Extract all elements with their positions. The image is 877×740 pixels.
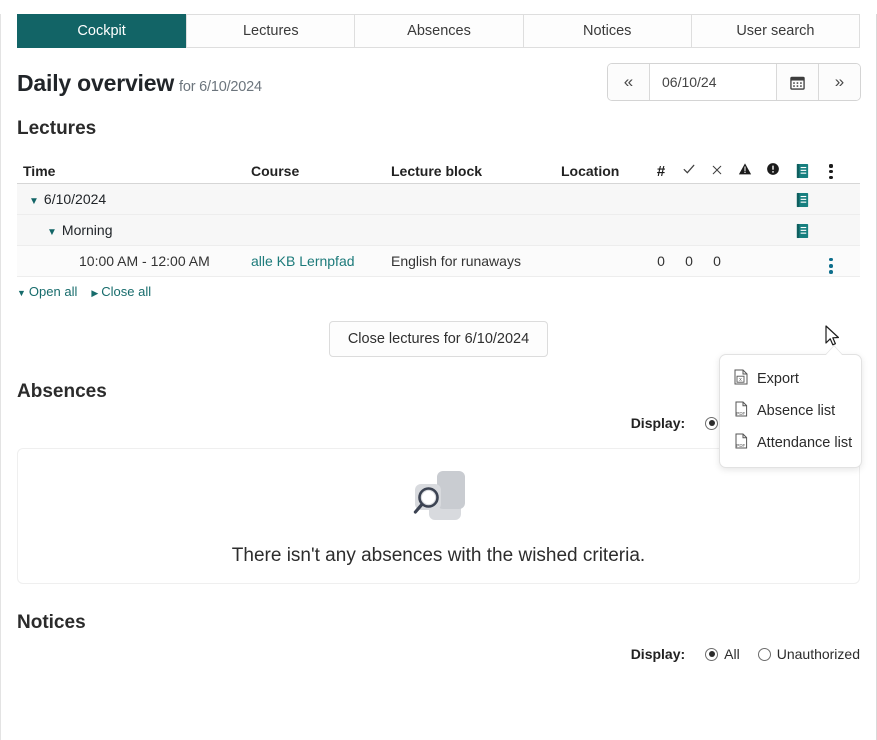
- notices-section-title: Notices: [17, 612, 86, 633]
- kebab-menu-icon[interactable]: [829, 164, 833, 179]
- table-group-row-date[interactable]: ▼ 6/10/2024: [17, 184, 860, 215]
- next-day-button[interactable]: »: [818, 64, 860, 100]
- absences-empty-state: There isn't any absences with the wished…: [17, 448, 860, 584]
- app-page: Cockpit Lectures Absences Notices User s…: [0, 14, 877, 740]
- radio-unauthorized-icon[interactable]: [757, 647, 771, 661]
- row-lecture-block: English for runaways: [391, 253, 521, 269]
- radio-all-icon[interactable]: [705, 416, 719, 430]
- lectures-table-header: Time Course Lecture block Location #: [17, 156, 860, 184]
- date-navigator: « »: [608, 64, 860, 100]
- row-absent-count: 0: [713, 253, 721, 269]
- notices-radio-unauthorized[interactable]: Unauthorized: [757, 646, 860, 662]
- absences-display-label: Display:: [630, 415, 686, 431]
- previous-day-label: «: [623, 72, 634, 91]
- group-row-morning-label-wrap: ▼ Morning: [17, 222, 251, 238]
- kebab-menu-icon[interactable]: [829, 257, 833, 274]
- date-input[interactable]: [650, 64, 776, 100]
- tab-user-search-label: User search: [736, 23, 815, 39]
- menu-item-absence-list[interactable]: PDF Absence list: [720, 395, 861, 427]
- pdf-file-icon: PDF: [734, 433, 748, 453]
- notices-display-filter: Display: All Unauthorized: [17, 646, 860, 662]
- row-count: 0: [657, 253, 665, 269]
- tab-notices-label: Notices: [583, 23, 632, 39]
- tab-lectures-label: Lectures: [242, 23, 299, 39]
- group-row-book-icon[interactable]: [787, 190, 817, 207]
- page-title-main: Daily overview: [17, 70, 175, 96]
- svg-text:PDF: PDF: [736, 443, 745, 448]
- expand-collapse-links: ▼ Open all ▶ Close all: [17, 284, 860, 299]
- close-all-label: Close all: [101, 284, 152, 299]
- row-actions-button[interactable]: [817, 248, 845, 274]
- absences-empty-message: There isn't any absences with the wished…: [231, 544, 646, 566]
- tab-absences-label: Absences: [407, 23, 471, 39]
- pdf-file-icon: PDF: [734, 401, 748, 421]
- page-header: Daily overviewfor 6/10/2024 « »: [17, 48, 860, 110]
- tab-cockpit-label: Cockpit: [77, 23, 126, 39]
- close-all-link[interactable]: ▶ Close all: [91, 284, 151, 299]
- caret-right-icon: ▶: [91, 288, 99, 298]
- open-all-link[interactable]: ▼ Open all: [17, 284, 77, 299]
- tab-cockpit[interactable]: Cockpit: [17, 14, 187, 48]
- menu-item-export[interactable]: x Export: [720, 363, 861, 395]
- search-empty-illustration: [403, 466, 475, 533]
- page-title: Daily overview for 6/10/2024: [17, 70, 262, 97]
- morning-row-book-icon[interactable]: [787, 221, 817, 238]
- svg-text:PDF: PDF: [736, 411, 745, 416]
- lectures-table: Time Course Lecture block Location # ▼ 6…: [17, 156, 860, 277]
- group-row-date-label: 6/10/2024: [43, 191, 107, 207]
- notices-radio-all-label: All: [724, 646, 740, 662]
- radio-all-icon[interactable]: [705, 647, 719, 661]
- column-header-location: Location: [561, 163, 620, 179]
- group-row-label-wrap: ▼ 6/10/2024: [17, 191, 251, 207]
- svg-text:x: x: [739, 377, 742, 383]
- close-lectures-button-wrap: Close lectures for 6/10/2024: [1, 321, 876, 357]
- excel-file-icon: x: [734, 369, 748, 389]
- page-title-subtitle: for 6/10/2024: [179, 79, 262, 95]
- main-tabbar: Cockpit Lectures Absences Notices User s…: [17, 14, 861, 48]
- notices-display-label: Display:: [630, 646, 686, 662]
- chevron-down-icon[interactable]: ▼: [29, 196, 39, 207]
- menu-item-attendance-list-label: Attendance list: [757, 435, 853, 451]
- open-all-label: Open all: [28, 284, 78, 299]
- lectures-section-title: Lectures: [17, 118, 97, 139]
- previous-day-button[interactable]: «: [608, 64, 650, 100]
- column-header-course: Course: [251, 163, 300, 179]
- close-lectures-button[interactable]: Close lectures for 6/10/2024: [328, 321, 549, 357]
- column-header-lecture-block: Lecture block: [391, 163, 483, 179]
- chevron-down-icon[interactable]: ▼: [47, 227, 57, 238]
- calendar-icon[interactable]: [776, 64, 818, 100]
- column-header-book-icon: [787, 162, 817, 179]
- notices-radio-unauthorized-label: Unauthorized: [776, 646, 860, 662]
- tab-lectures[interactable]: Lectures: [186, 14, 356, 48]
- row-course-link[interactable]: alle KB Lernpfad: [251, 253, 391, 269]
- row-time: 10:00 AM - 12:00 AM: [79, 253, 210, 269]
- column-header-hash-icon: #: [656, 163, 666, 180]
- column-header-warning-triangle-icon: [731, 162, 759, 179]
- tab-notices[interactable]: Notices: [523, 14, 692, 48]
- tab-absences[interactable]: Absences: [355, 14, 524, 48]
- popover-arrow: [825, 346, 843, 356]
- column-header-check-icon: [675, 162, 703, 179]
- tab-user-search[interactable]: User search: [691, 14, 861, 48]
- menu-item-export-label: Export: [757, 371, 799, 387]
- caret-down-icon: ▼: [17, 288, 26, 298]
- column-header-kebab-menu-icon[interactable]: [817, 155, 845, 179]
- table-group-row-morning[interactable]: ▼ Morning: [17, 215, 860, 246]
- column-header-info-circle-icon: [759, 162, 787, 179]
- table-row[interactable]: 10:00 AM - 12:00 AM alle KB Lernpfad Eng…: [17, 246, 860, 277]
- notices-radio-all[interactable]: All: [705, 646, 740, 662]
- menu-item-attendance-list[interactable]: PDF Attendance list: [720, 427, 861, 459]
- menu-item-absence-list-label: Absence list: [757, 403, 836, 419]
- next-day-label: »: [834, 72, 845, 91]
- group-row-morning-label: Morning: [61, 222, 113, 238]
- row-actions-dropdown: x Export PDF Absence list PDF Attendance…: [719, 345, 862, 468]
- column-header-time: Time: [23, 163, 56, 179]
- column-header-cross-icon: [703, 164, 731, 179]
- row-present-count: 0: [685, 253, 693, 269]
